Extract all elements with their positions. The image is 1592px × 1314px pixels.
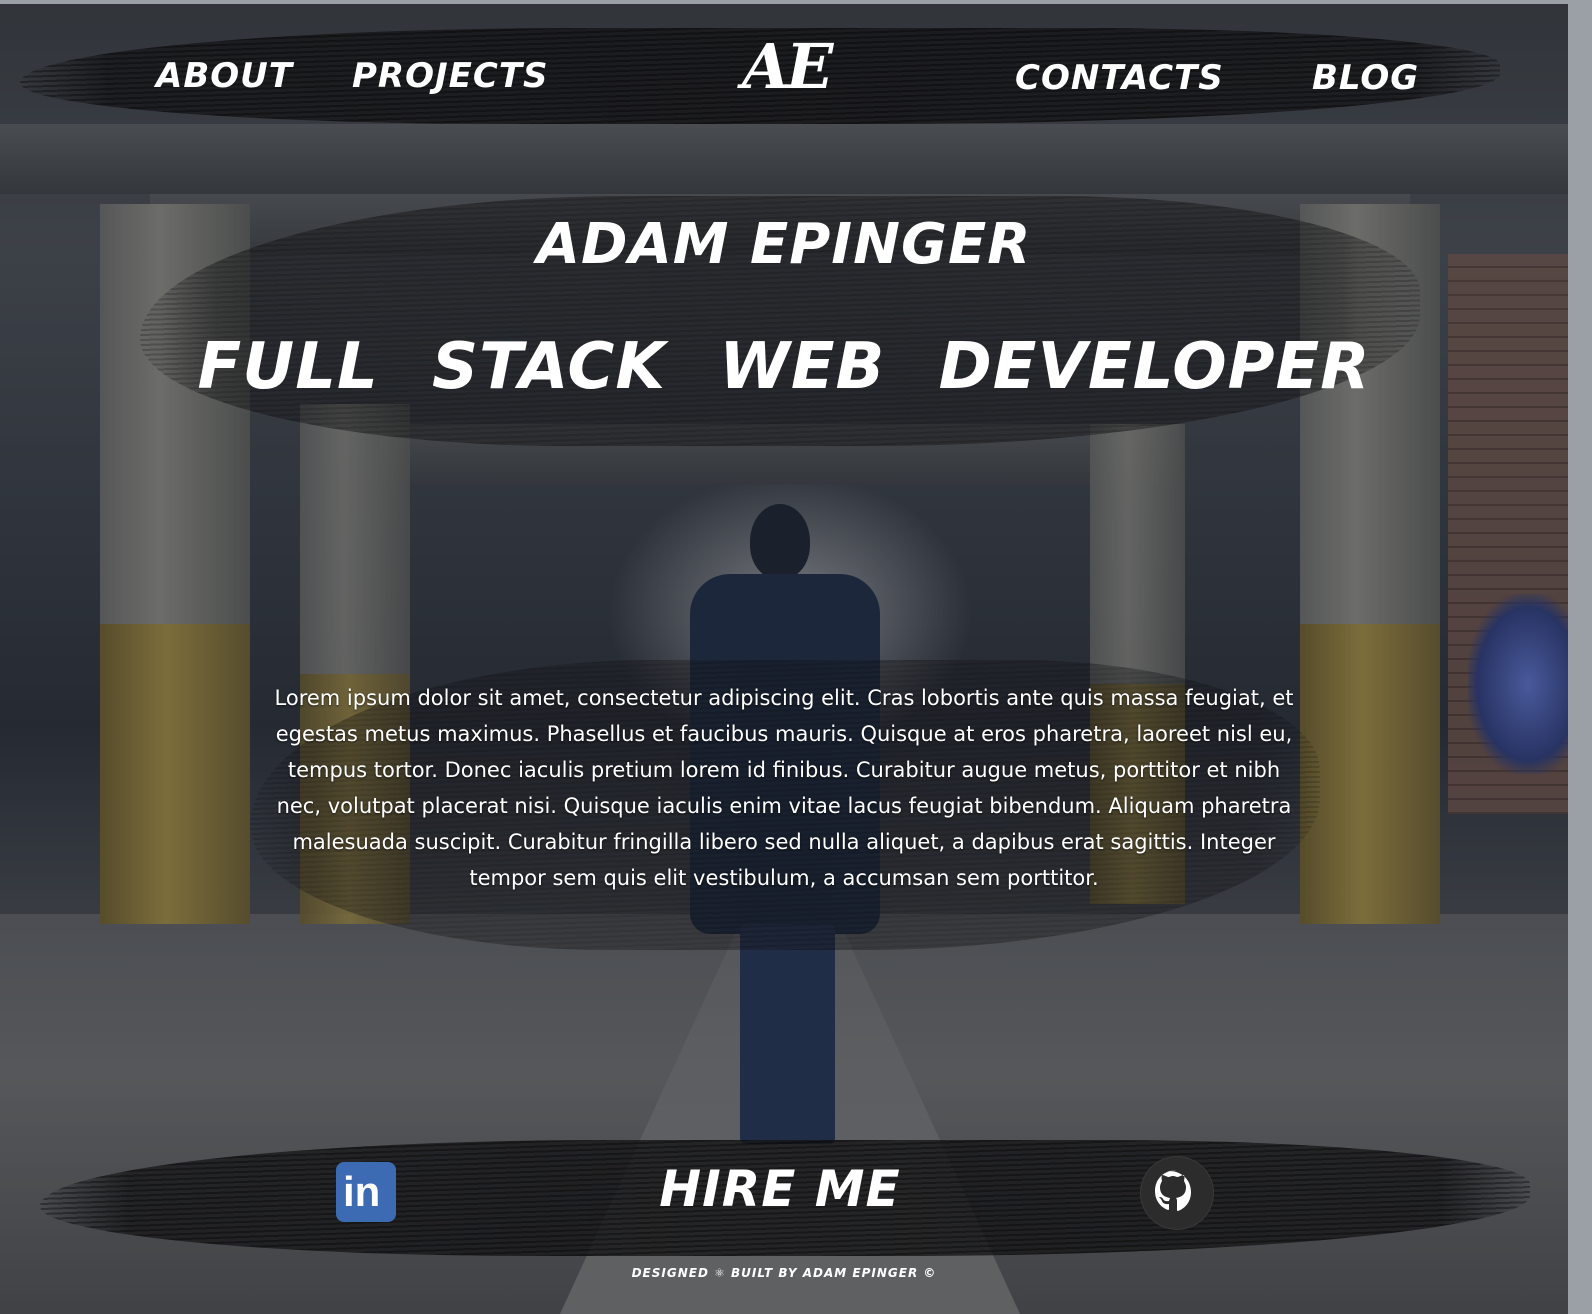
hire-me-button[interactable]: Hire me bbox=[620, 1160, 940, 1218]
nav-projects[interactable]: Projects bbox=[352, 56, 549, 96]
github-icon[interactable] bbox=[1140, 1156, 1214, 1230]
hero-name: Adam Epinger bbox=[536, 212, 1032, 277]
site-logo[interactable]: AE bbox=[742, 30, 833, 103]
linkedin-icon[interactable]: in bbox=[336, 1162, 396, 1222]
nav-about[interactable]: About bbox=[156, 56, 293, 96]
bio-paragraph: Lorem ipsum dolor sit amet, consectetur … bbox=[274, 686, 1294, 890]
nav-contacts[interactable]: Contacts bbox=[1015, 58, 1224, 98]
hero-role: Full Stack Web Developer bbox=[197, 330, 1371, 404]
nav-blog[interactable]: Blog bbox=[1312, 58, 1419, 98]
linkedin-glyph: in bbox=[343, 1168, 381, 1215]
github-octocat bbox=[1141, 1157, 1213, 1229]
footer-credit: Designed ⚛ built by Adam Epinger © bbox=[631, 1266, 937, 1280]
